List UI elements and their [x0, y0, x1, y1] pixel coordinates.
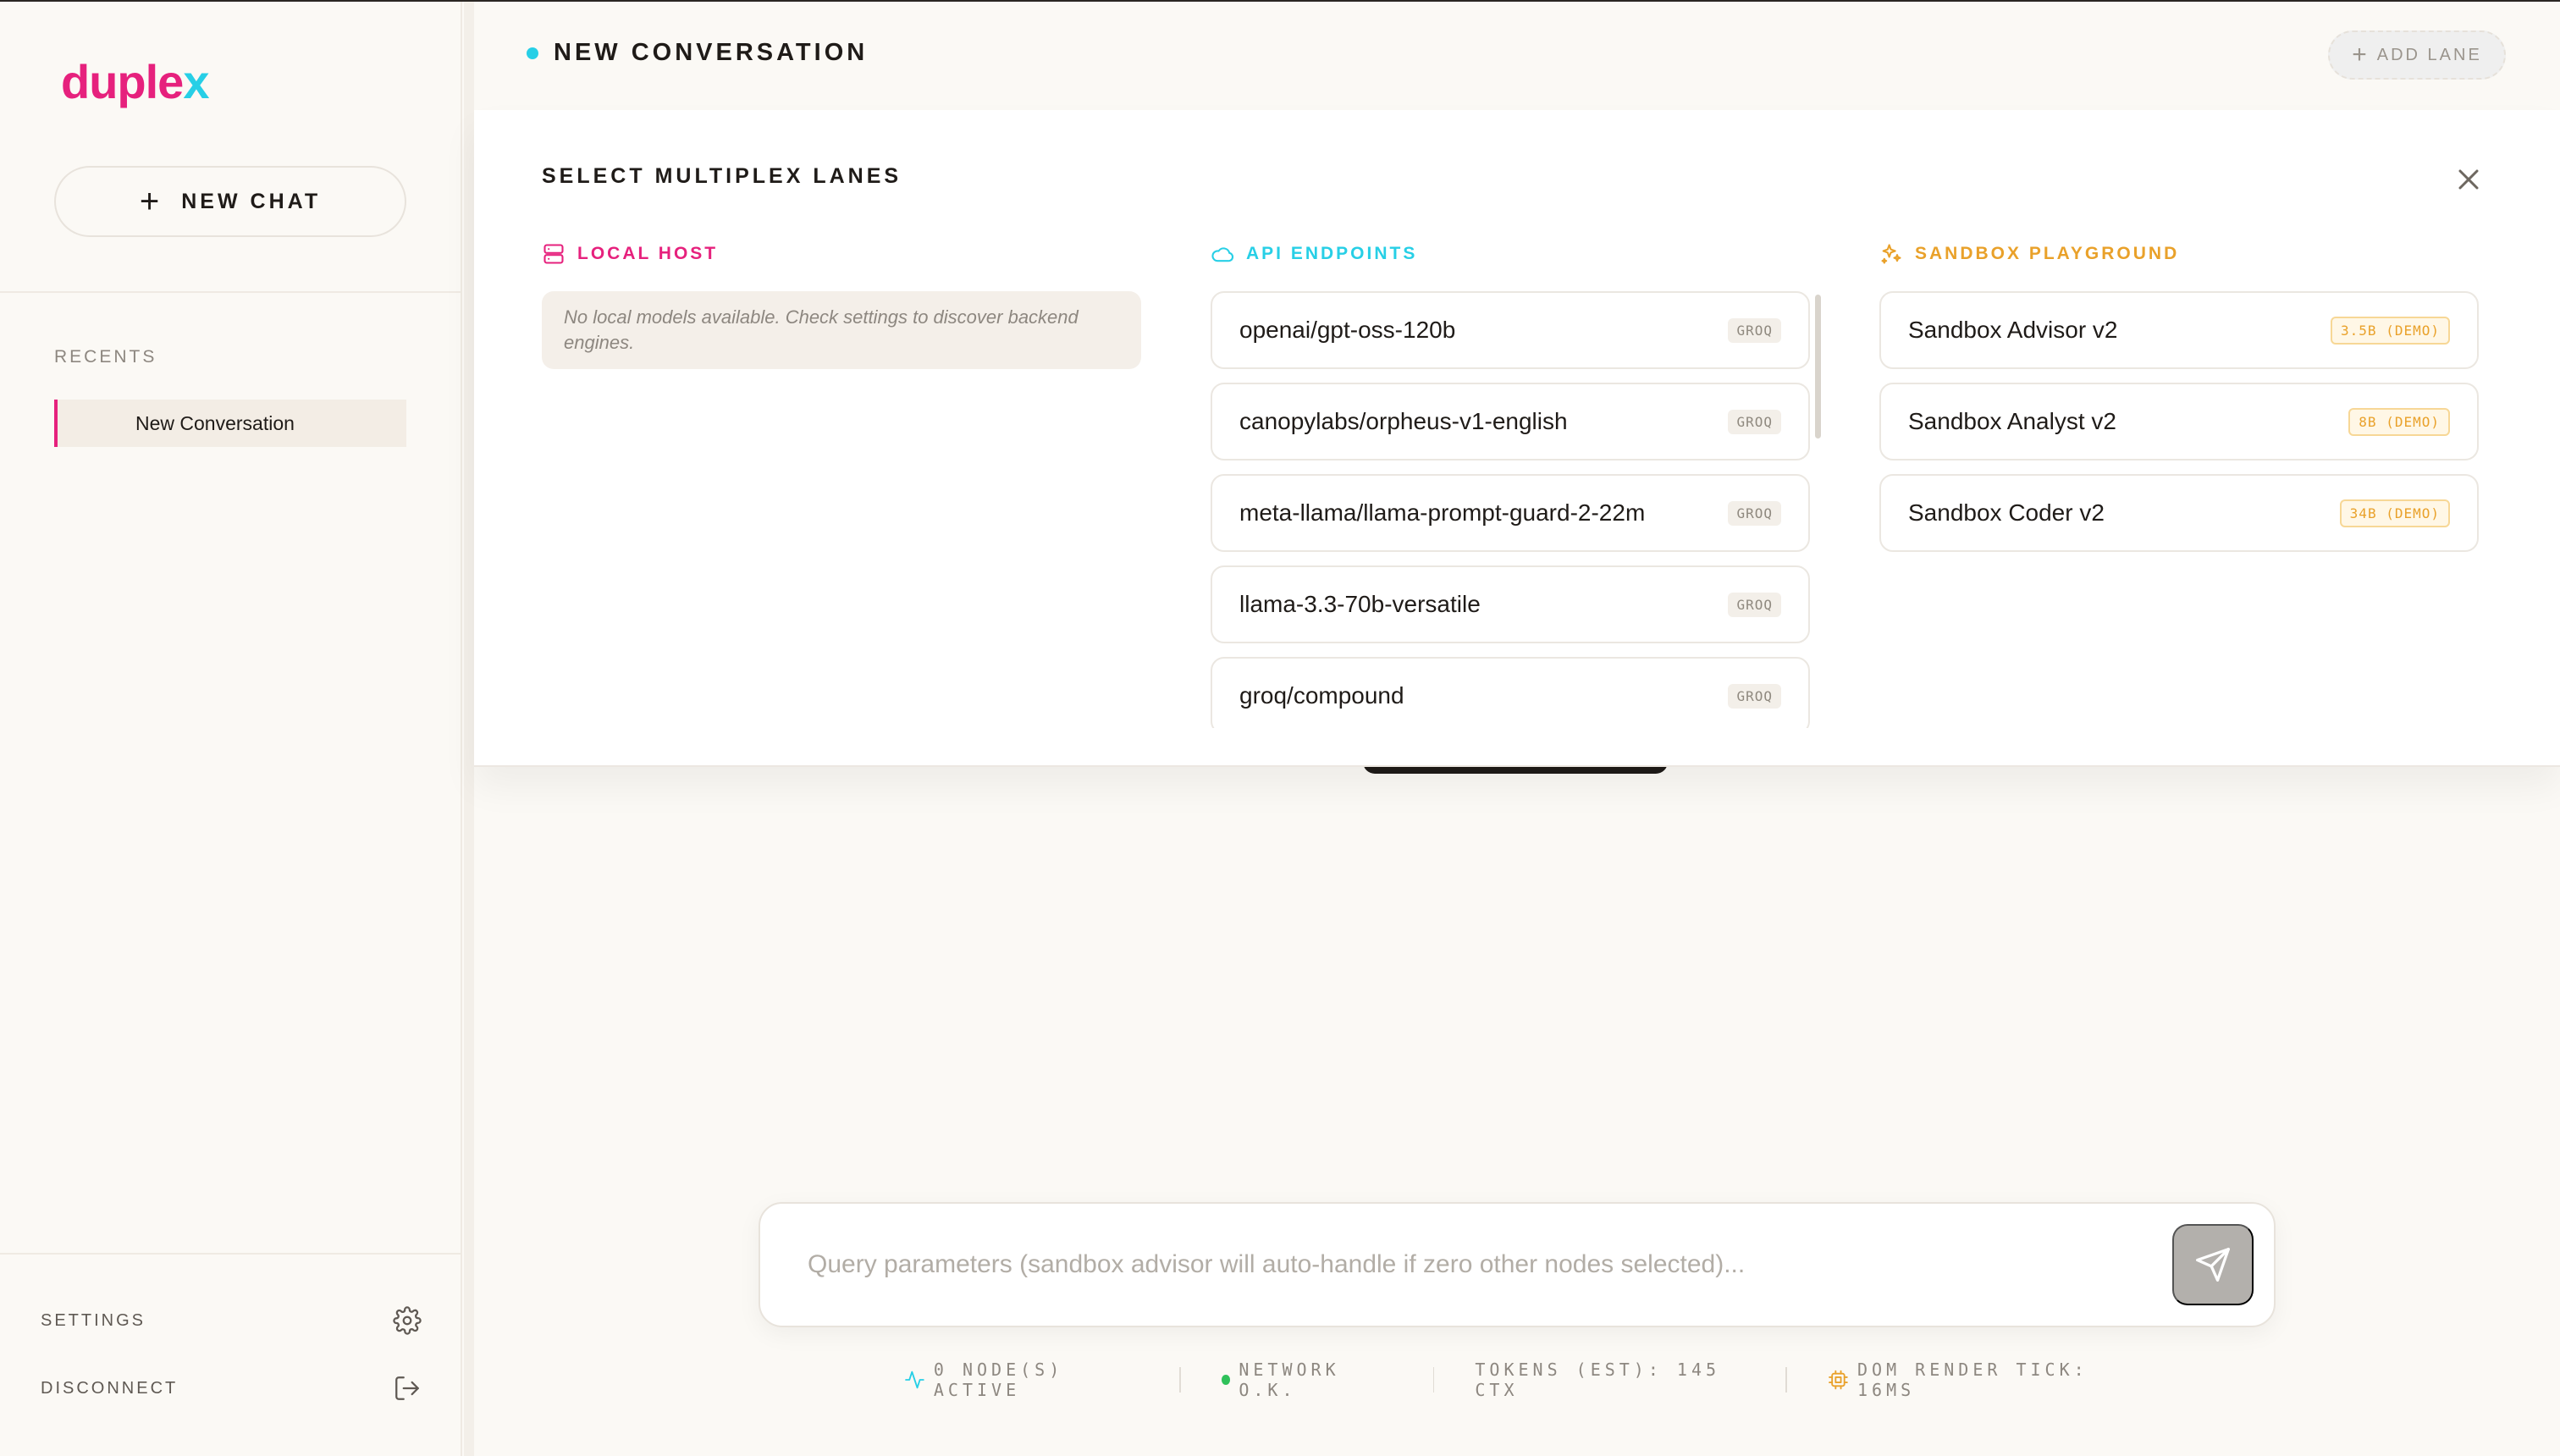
plus-icon: + — [2352, 41, 2367, 69]
provider-tag: GROQ — [1728, 683, 1781, 709]
local-host-heading: LOCAL HOST — [542, 242, 718, 266]
model-name: canopylabs/orpheus-v1-english — [1239, 408, 1568, 434]
provider-tag: GROQ — [1728, 317, 1781, 343]
query-input[interactable] — [808, 1241, 2128, 1288]
api-list-scrollbar[interactable] — [1815, 295, 1821, 438]
provider-tag: GROQ — [1728, 409, 1781, 434]
nodes-status-text: 0 NODE(S) ACTIVE — [933, 1359, 1064, 1400]
app-logo[interactable]: duplex — [61, 54, 209, 109]
sidebar-divider — [0, 291, 462, 293]
close-icon[interactable] — [2452, 163, 2486, 196]
add-lane-button[interactable]: + ADD LANE — [2328, 30, 2506, 80]
model-option-card[interactable]: groq/compound GROQ — [1211, 657, 1810, 728]
sandbox-heading: SANDBOX PLAYGROUND — [1879, 242, 2179, 266]
send-icon — [2196, 1248, 2230, 1282]
lane-selector-panel: SELECT MULTIPLEX LANES LOCAL HOST No loc… — [474, 110, 2560, 767]
tokens-status: TOKENS (EST): 145 CTX — [1434, 1359, 1785, 1400]
api-model-list: openai/gpt-oss-120b GROQ canopylabs/orph… — [1211, 291, 1810, 728]
local-host-heading-label: LOCAL HOST — [577, 244, 719, 263]
logout-icon — [395, 1376, 419, 1400]
recents-heading: RECENTS — [54, 347, 157, 367]
network-status-text: NETWORK O.K. — [1239, 1359, 1340, 1400]
disconnect-link[interactable]: DISCONNECT — [41, 1371, 422, 1405]
sandbox-model-card[interactable]: Sandbox Advisor v2 3.5B (DEMO) — [1879, 291, 2479, 369]
message-composer — [759, 1202, 2276, 1327]
api-endpoints-heading: API ENDPOINTS — [1211, 242, 1417, 266]
model-name: groq/compound — [1239, 682, 1404, 709]
conversation-title: NEW CONVERSATION — [554, 39, 869, 66]
add-lane-label: ADD LANE — [2376, 45, 2482, 64]
settings-link[interactable]: SETTINGS — [41, 1304, 422, 1337]
server-icon — [543, 244, 564, 264]
sandbox-model-card[interactable]: Sandbox Analyst v2 8B (DEMO) — [1879, 383, 2479, 461]
model-name: Sandbox Advisor v2 — [1908, 317, 2118, 343]
lane-selector-title: SELECT MULTIPLEX LANES — [542, 164, 902, 188]
main-panel: NEW CONVERSATION + ADD LANE SELECT MULTI… — [474, 2, 2560, 1456]
local-host-empty-message: No local models available. Check setting… — [542, 291, 1141, 369]
api-endpoints-heading-label: API ENDPOINTS — [1246, 244, 1418, 263]
disconnect-label: DISCONNECT — [41, 1378, 179, 1398]
sparkles-icon — [1881, 244, 1901, 264]
cpu-icon — [1829, 1370, 1848, 1390]
send-button[interactable] — [2172, 1224, 2254, 1305]
new-chat-button[interactable]: + NEW CHAT — [54, 166, 406, 237]
logo-text-accent: x — [183, 55, 209, 108]
model-option-card[interactable]: llama-3.3-70b-versatile GROQ — [1211, 565, 1810, 643]
model-option-card[interactable]: meta-llama/llama-prompt-guard-2-22m GROQ — [1211, 474, 1810, 552]
sandbox-heading-label: SANDBOX PLAYGROUND — [1915, 244, 2180, 263]
model-name: openai/gpt-oss-120b — [1239, 317, 1456, 343]
render-status-text: DOM RENDER TICK: 16MS — [1857, 1359, 2088, 1400]
model-name: Sandbox Coder v2 — [1908, 499, 2105, 526]
model-size-tag: 8B (DEMO) — [2348, 407, 2450, 436]
model-option-card[interactable]: openai/gpt-oss-120b GROQ — [1211, 291, 1810, 369]
gear-icon — [393, 1306, 422, 1335]
settings-label: SETTINGS — [41, 1310, 146, 1330]
model-name: meta-llama/llama-prompt-guard-2-22m — [1239, 499, 1646, 526]
conversation-header: NEW CONVERSATION — [527, 39, 868, 67]
status-bar: 0 NODE(S) ACTIVE NETWORK O.K. TOKENS (ES… — [863, 1359, 2167, 1400]
model-name: Sandbox Analyst v2 — [1908, 408, 2116, 434]
recent-conversation-item[interactable]: New Conversation — [54, 400, 406, 447]
nodes-status: 0 NODE(S) ACTIVE — [863, 1359, 1179, 1400]
sidebar: duplex + NEW CHAT RECENTS New Conversati… — [0, 2, 462, 1456]
sandbox-model-card[interactable]: Sandbox Coder v2 34B (DEMO) — [1879, 474, 2479, 552]
new-chat-label: NEW CHAT — [181, 189, 322, 213]
tokens-status-text: TOKENS (EST): 145 CTX — [1475, 1359, 1721, 1400]
network-status: NETWORK O.K. — [1181, 1359, 1433, 1400]
plus-icon: + — [139, 183, 160, 220]
sandbox-model-list: Sandbox Advisor v2 3.5B (DEMO) Sandbox A… — [1879, 291, 2479, 565]
active-status-dot — [527, 47, 538, 59]
provider-tag: GROQ — [1728, 592, 1781, 617]
render-status: DOM RENDER TICK: 16MS — [1787, 1359, 2167, 1400]
provider-tag: GROQ — [1728, 500, 1781, 526]
sidebar-bottom-divider — [0, 1253, 462, 1255]
model-size-tag: 3.5B (DEMO) — [2331, 316, 2450, 345]
logo-text-main: duple — [61, 55, 184, 108]
model-option-card[interactable]: canopylabs/orpheus-v1-english GROQ — [1211, 383, 1810, 461]
model-size-tag: 34B (DEMO) — [2339, 499, 2450, 527]
recent-conversation-label: New Conversation — [135, 411, 295, 434]
network-ok-dot — [1221, 1375, 1231, 1385]
activity-icon — [905, 1371, 924, 1389]
cloud-icon — [1211, 247, 1234, 262]
model-name: llama-3.3-70b-versatile — [1239, 591, 1481, 617]
sidebar-gutter — [464, 2, 474, 1456]
